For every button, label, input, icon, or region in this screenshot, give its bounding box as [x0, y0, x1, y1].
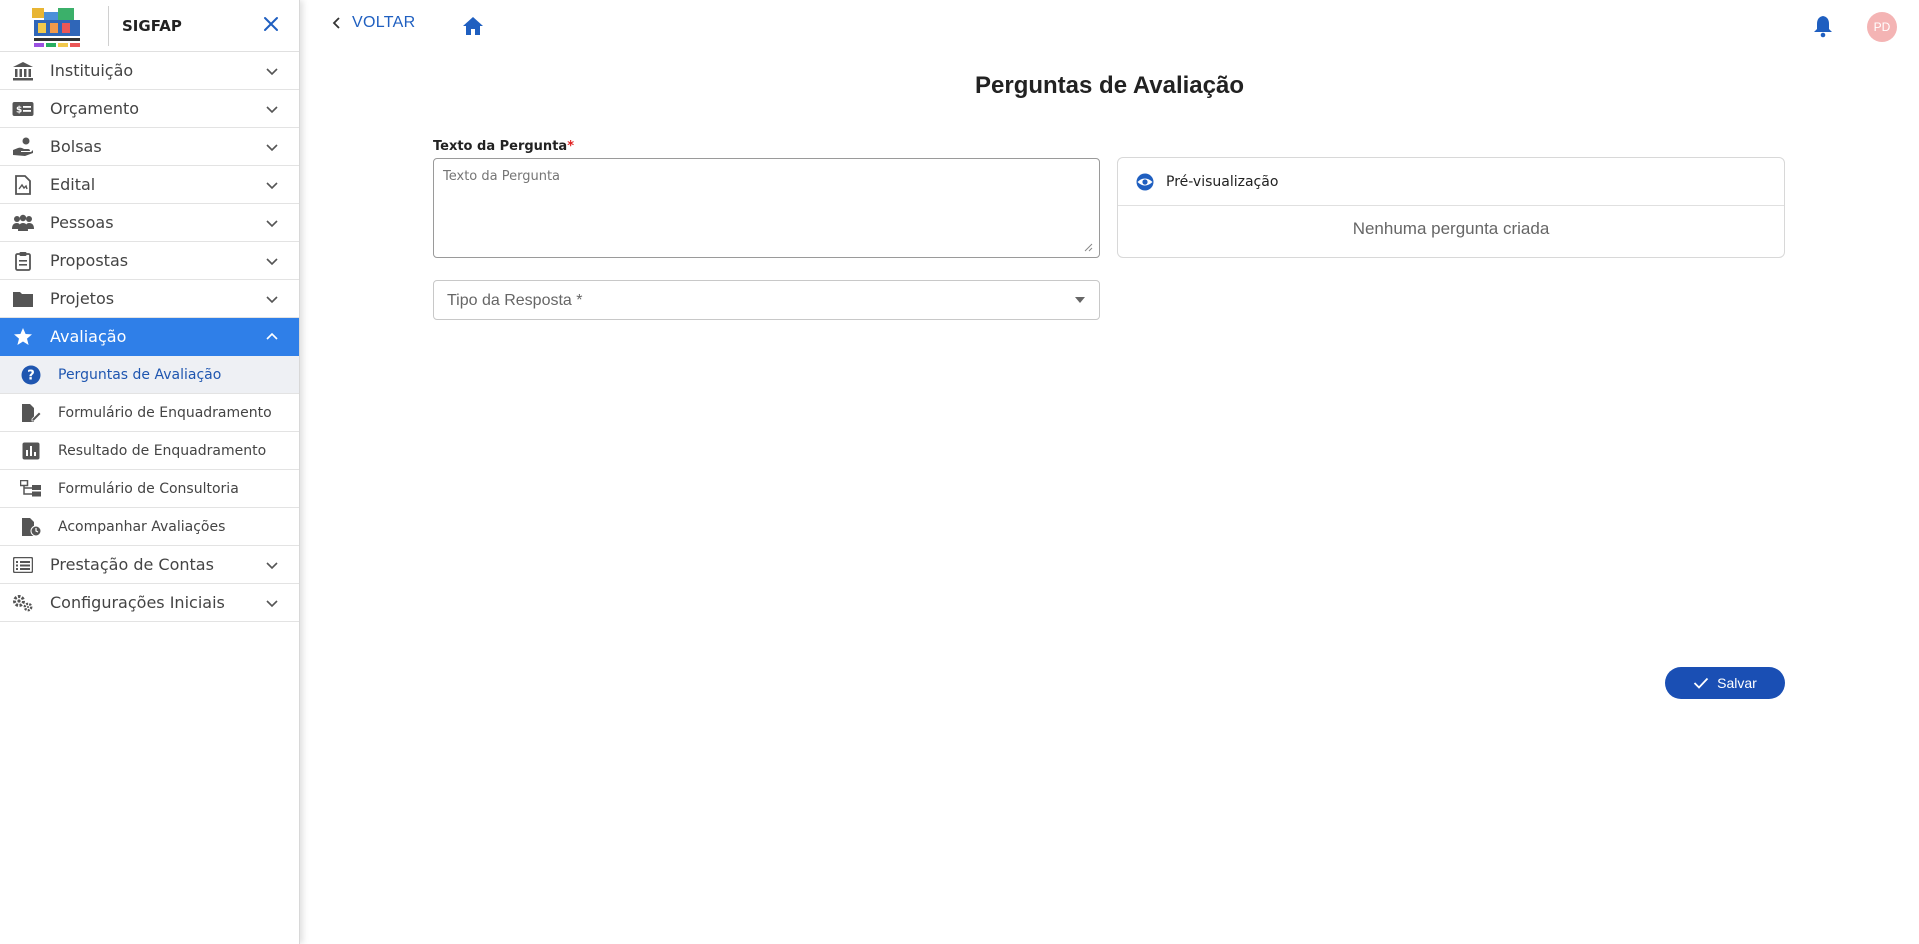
subitem-formulario-de-enquadramento[interactable]: Formulário de Enquadramento	[0, 394, 299, 432]
answer-type-select[interactable]: Tipo da Resposta *	[433, 280, 1100, 320]
people-icon	[11, 213, 35, 233]
page-title: Perguntas de Avaliação	[975, 72, 1244, 99]
save-button[interactable]: Salvar	[1665, 667, 1785, 699]
svg-text:?: ?	[27, 368, 35, 383]
preview-panel: Pré-visualização Nenhuma pergunta criada	[1117, 157, 1785, 258]
sidebar-item-orcamento[interactable]: $ Orçamento	[0, 90, 299, 128]
subitem-resultado-de-enquadramento[interactable]: Resultado de Enquadramento	[0, 432, 299, 470]
hand-coin-icon	[11, 137, 35, 157]
question-text-input[interactable]	[433, 158, 1100, 258]
tree-icon	[20, 479, 42, 499]
sidebar-item-configuracoes-iniciais[interactable]: Configurações Iniciais	[0, 584, 299, 622]
chevron-down-icon	[266, 144, 278, 152]
subitem-acompanhar-avaliacoes[interactable]: Acompanhar Avaliações	[0, 508, 299, 546]
sidebar: SIGFAP Instituição $ Orçamento Bolsas Ed…	[0, 0, 300, 944]
preview-empty-message: Nenhuma pergunta criada	[1352, 219, 1550, 238]
bank-icon	[11, 61, 35, 81]
sidebar-item-avaliacao[interactable]: Avaliação	[0, 318, 299, 356]
sidebar-item-label: Orçamento	[50, 99, 140, 118]
back-label: VOLTAR	[352, 14, 416, 31]
sidebar-item-instituicao[interactable]: Instituição	[0, 52, 299, 90]
sidebar-item-label: Propostas	[50, 251, 129, 270]
sidebar-item-label: Prestação de Contas	[50, 555, 214, 574]
sidebar-item-label: Pessoas	[50, 213, 114, 232]
check-icon	[1694, 677, 1709, 689]
back-button[interactable]: VOLTAR	[332, 14, 415, 32]
eye-icon	[1136, 173, 1154, 190]
chevron-down-icon	[266, 220, 278, 228]
chevron-down-icon	[266, 562, 278, 570]
header-divider	[108, 5, 109, 46]
chevron-down-icon	[266, 296, 278, 304]
question-text-label-text: Texto da Pergunta	[433, 139, 568, 154]
sidebar-item-label: Edital	[50, 175, 96, 194]
sidebar-header: SIGFAP	[0, 0, 299, 52]
sidebar-item-propostas[interactable]: Propostas	[0, 242, 299, 280]
money-card-icon: $	[11, 99, 35, 119]
close-sidebar-button[interactable]	[261, 14, 281, 34]
question-text-label: Texto da Pergunta*	[433, 139, 574, 154]
sidebar-item-label: Avaliação	[50, 327, 127, 346]
subitem-label: Formulário de Enquadramento	[58, 404, 272, 421]
subitem-label: Resultado de Enquadramento	[58, 442, 267, 459]
app-logo	[24, 1, 86, 50]
folder-icon	[11, 289, 35, 309]
chevron-down-icon	[266, 68, 278, 76]
required-mark: *	[567, 139, 574, 154]
question-circle-icon: ?	[20, 365, 42, 385]
home-button[interactable]	[461, 14, 485, 38]
subitem-label: Acompanhar Avaliações	[58, 518, 226, 535]
chevron-down-icon	[266, 106, 278, 114]
sidebar-item-label: Projetos	[50, 289, 115, 308]
sidebar-item-label: Instituição	[50, 61, 134, 80]
home-icon	[463, 17, 483, 35]
gears-icon	[11, 593, 35, 613]
chevron-down-icon	[266, 182, 278, 190]
save-label: Salvar	[1717, 675, 1757, 691]
chevron-left-icon	[332, 17, 340, 29]
caret-down-icon	[1075, 297, 1085, 303]
file-edit-icon	[20, 403, 42, 423]
app-title: SIGFAP	[122, 16, 182, 35]
sidebar-item-pessoas[interactable]: Pessoas	[0, 204, 299, 242]
answer-type-label: Tipo da Resposta *	[447, 292, 583, 309]
svg-text:$: $	[16, 105, 22, 115]
resize-handle-icon[interactable]	[1083, 242, 1093, 252]
file-clock-icon	[20, 517, 42, 537]
subitem-label: Formulário de Consultoria	[58, 480, 239, 497]
close-icon	[264, 17, 278, 31]
preview-header: Pré-visualização	[1118, 158, 1784, 206]
chevron-down-icon	[266, 258, 278, 266]
star-icon	[11, 327, 35, 347]
sidebar-item-label: Configurações Iniciais	[50, 593, 225, 612]
top-bar: VOLTAR PD	[300, 0, 1919, 52]
sidebar-item-prestacao-de-contas[interactable]: Prestação de Contas	[0, 546, 299, 584]
sidebar-item-label: Bolsas	[50, 137, 102, 156]
preview-title: Pré-visualização	[1166, 173, 1279, 190]
chevron-down-icon	[266, 600, 278, 608]
bell-icon	[1814, 16, 1832, 38]
bar-chart-icon	[20, 441, 42, 461]
sidebar-item-edital[interactable]: Edital	[0, 166, 299, 204]
list-icon	[11, 555, 35, 575]
subitem-formulario-de-consultoria[interactable]: Formulário de Consultoria	[0, 470, 299, 508]
user-avatar[interactable]: PD	[1867, 12, 1897, 42]
subitem-label: Perguntas de Avaliação	[58, 366, 222, 383]
subitem-perguntas-de-avaliacao[interactable]: ? Perguntas de Avaliação	[0, 356, 299, 394]
chevron-up-icon	[266, 332, 278, 340]
sidebar-item-projetos[interactable]: Projetos	[0, 280, 299, 318]
clipboard-icon	[11, 251, 35, 271]
sidebar-item-bolsas[interactable]: Bolsas	[0, 128, 299, 166]
notifications-button[interactable]	[1812, 14, 1834, 38]
document-icon	[11, 174, 35, 195]
